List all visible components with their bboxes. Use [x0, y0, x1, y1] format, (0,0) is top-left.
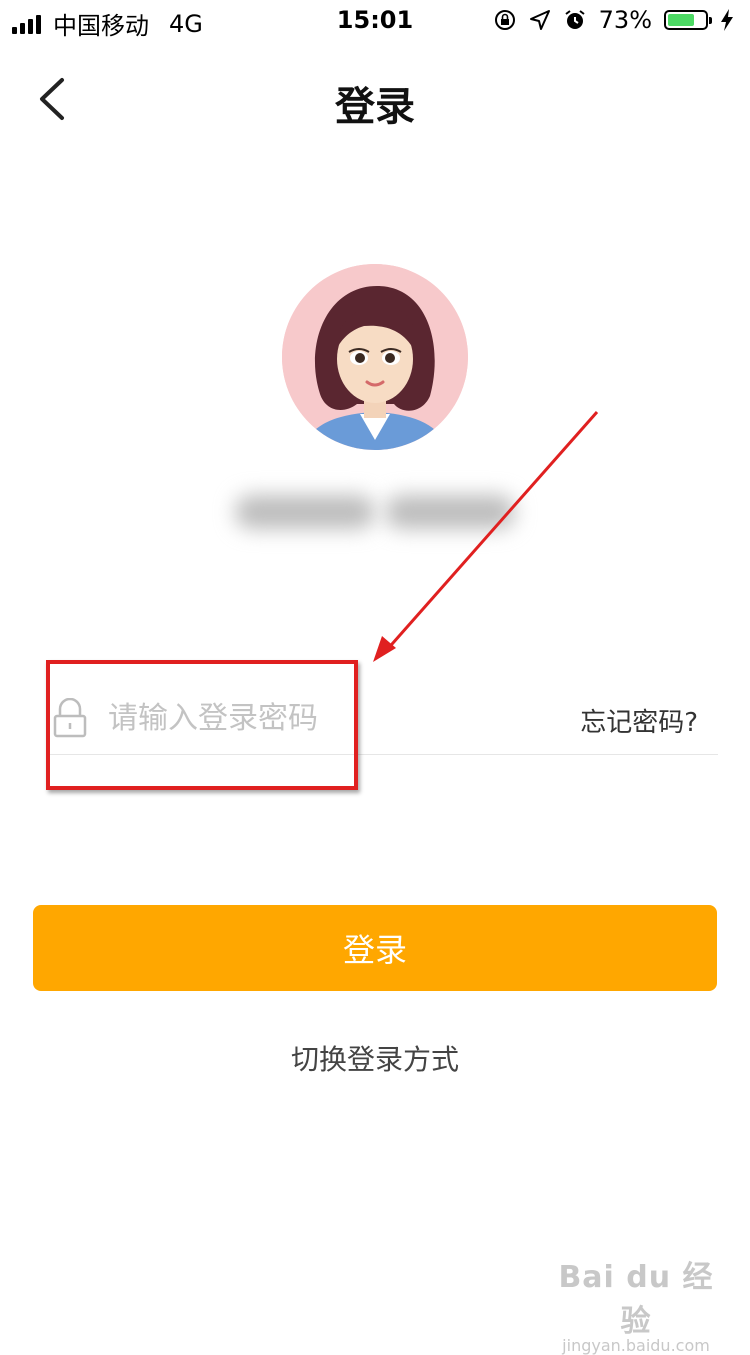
- orientation-lock-icon: [494, 10, 515, 30]
- status-right: 73%: [493, 6, 734, 34]
- status-bar: 中国移动 4G 15:01 73%: [0, 0, 750, 40]
- alarm-icon: [565, 10, 585, 29]
- switch-login-method-link[interactable]: 切换登录方式: [0, 1038, 750, 1078]
- annotation-highlight-box: [46, 660, 358, 790]
- location-icon: [529, 10, 550, 30]
- charging-icon: [721, 9, 733, 31]
- nav-bar: 登录: [0, 60, 750, 140]
- avatar-cartoon-woman-icon: [282, 264, 468, 450]
- forgot-password-link[interactable]: 忘记密码?: [580, 702, 698, 739]
- battery-percent: 73%: [598, 6, 652, 34]
- watermark-main: Bai du 经验: [558, 1260, 714, 1339]
- battery-icon: [664, 10, 712, 30]
- watermark-sub: jingyan.baidu.com: [562, 1336, 710, 1355]
- account-name-blurred: [215, 470, 535, 555]
- baidu-jingyan-watermark: Bai du 经验 jingyan.baidu.com: [556, 1252, 716, 1355]
- login-button[interactable]: 登录: [33, 905, 717, 991]
- avatar: [282, 264, 468, 450]
- page-title: 登录: [335, 84, 415, 130]
